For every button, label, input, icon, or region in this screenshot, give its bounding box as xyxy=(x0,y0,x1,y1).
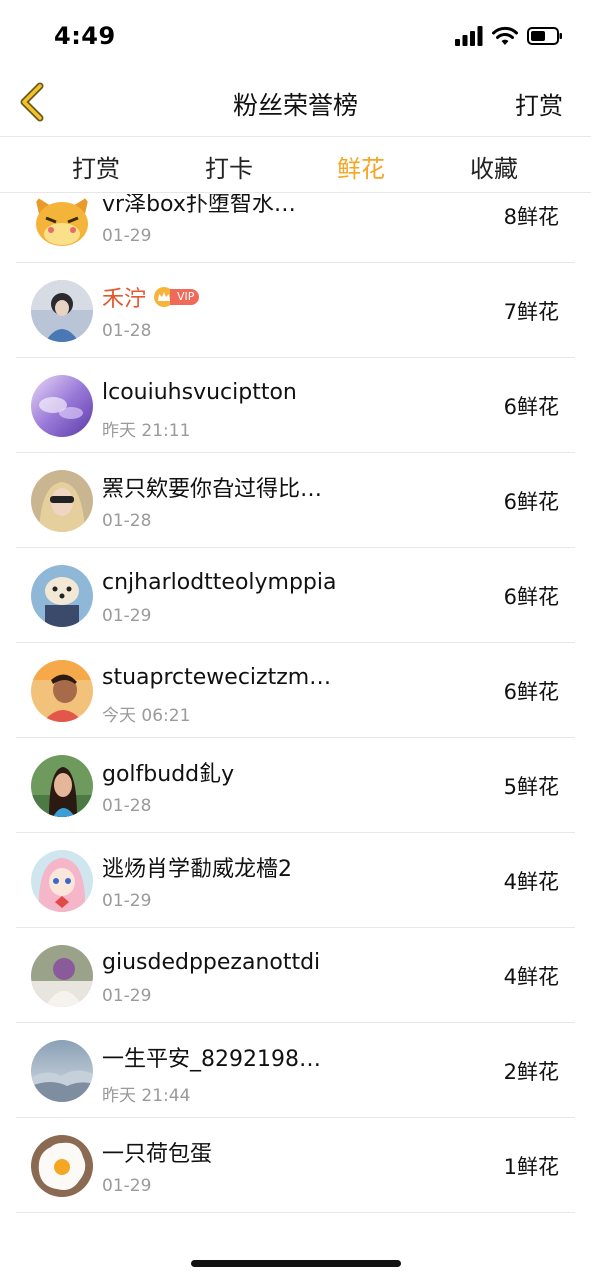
avatar xyxy=(31,565,93,627)
flower-count: 5鲜花 xyxy=(503,775,559,799)
list-item[interactable]: vr泽box扑堕智水… 01-29 8鲜花 xyxy=(0,194,591,263)
username: 一只荷包蛋 xyxy=(102,1142,213,1167)
avatar xyxy=(31,660,93,722)
cellular-signal-icon xyxy=(455,26,483,50)
page-title: 粉丝荣誉榜 xyxy=(232,91,358,120)
status-icons xyxy=(455,26,563,50)
username: vr泽box扑堕智水… xyxy=(102,194,296,217)
avatar xyxy=(31,280,93,342)
list-item[interactable]: lcouiuhsvuciptton 昨天 21:11 6鲜花 xyxy=(0,358,591,453)
flower-count: 8鲜花 xyxy=(503,205,559,229)
avatar xyxy=(31,945,93,1007)
flower-count: 7鲜花 xyxy=(503,300,559,324)
username: 禾泞 xyxy=(102,287,147,312)
date-label: 01-29 xyxy=(102,891,152,911)
list-item[interactable]: golfbudd釓y 01-28 5鲜花 xyxy=(0,738,591,833)
avatar xyxy=(31,1135,93,1197)
home-indicator[interactable] xyxy=(191,1260,401,1267)
username: lcouiuhsvuciptton xyxy=(102,379,297,405)
status-time: 4:49 xyxy=(54,22,116,50)
date-label: 昨天 21:11 xyxy=(102,421,191,441)
username: 逃炀肖学勫威龙檣2 xyxy=(102,857,292,882)
date-label: 今天 06:21 xyxy=(102,706,191,726)
list-item[interactable]: 罴只欸要你旮过得比… 01-28 6鲜花 xyxy=(0,453,591,548)
username: giusdedppezanottdi xyxy=(102,949,321,975)
fan-ranking-list: vr泽box扑堕智水… 01-29 8鲜花 禾泞 VIP 01-28 7鲜花 l… xyxy=(0,194,591,1224)
vip-label: VIP xyxy=(170,289,200,305)
list-item[interactable]: stuaprcteweciztzm… 今天 06:21 6鲜花 xyxy=(0,643,591,738)
date-label: 01-28 xyxy=(102,511,152,531)
date-label: 昨天 21:44 xyxy=(102,1086,191,1106)
avatar xyxy=(31,1040,93,1102)
flower-count: 4鲜花 xyxy=(503,965,559,989)
wifi-icon xyxy=(492,26,518,50)
nav-bar: 粉丝荣誉榜 打赏 xyxy=(0,76,591,136)
date-label: 01-29 xyxy=(102,986,152,1006)
tab-bar: 打赏 打卡 鲜花 收藏 xyxy=(0,136,591,193)
battery-icon xyxy=(527,26,563,50)
username: golfbudd釓y xyxy=(102,762,235,787)
flower-count: 2鲜花 xyxy=(503,1060,559,1084)
username: cnjharlodtteolymppia xyxy=(102,569,337,595)
date-label: 01-29 xyxy=(102,226,152,246)
avatar xyxy=(31,850,93,912)
list-item[interactable]: 一只荷包蛋 01-29 1鲜花 xyxy=(0,1118,591,1213)
flower-count: 6鲜花 xyxy=(503,680,559,704)
list-item[interactable]: 禾泞 VIP 01-28 7鲜花 xyxy=(0,263,591,358)
avatar xyxy=(31,470,93,532)
tab-flowers[interactable]: 鲜花 xyxy=(311,149,411,184)
avatar xyxy=(31,755,93,817)
vip-badge: VIP xyxy=(154,287,200,307)
flower-count: 4鲜花 xyxy=(503,870,559,894)
avatar xyxy=(31,375,93,437)
tab-checkin[interactable]: 打卡 xyxy=(179,149,279,184)
date-label: 01-28 xyxy=(102,321,152,341)
flower-count: 6鲜花 xyxy=(503,585,559,609)
date-label: 01-29 xyxy=(102,606,152,626)
tab-reward[interactable]: 打赏 xyxy=(46,149,146,184)
list-item[interactable]: 逃炀肖学勫威龙檣2 01-29 4鲜花 xyxy=(0,833,591,928)
flower-count: 6鲜花 xyxy=(503,395,559,419)
status-bar: 4:49 xyxy=(0,0,591,76)
tab-favorites[interactable]: 收藏 xyxy=(444,149,544,184)
list-item[interactable]: giusdedppezanottdi 01-29 4鲜花 xyxy=(0,928,591,1023)
username: 一生平安_8292198… xyxy=(102,1047,321,1072)
list-item[interactable]: cnjharlodtteolymppia 01-29 6鲜花 xyxy=(0,548,591,643)
avatar xyxy=(31,194,93,250)
username: 罴只欸要你旮过得比… xyxy=(102,477,323,502)
flower-count: 6鲜花 xyxy=(503,490,559,514)
username: stuaprcteweciztzm… xyxy=(102,664,332,690)
date-label: 01-28 xyxy=(102,796,152,816)
flower-count: 1鲜花 xyxy=(503,1155,559,1179)
reward-button[interactable]: 打赏 xyxy=(515,86,563,121)
list-item[interactable]: 一生平安_8292198… 昨天 21:44 2鲜花 xyxy=(0,1023,591,1118)
date-label: 01-29 xyxy=(102,1176,152,1196)
